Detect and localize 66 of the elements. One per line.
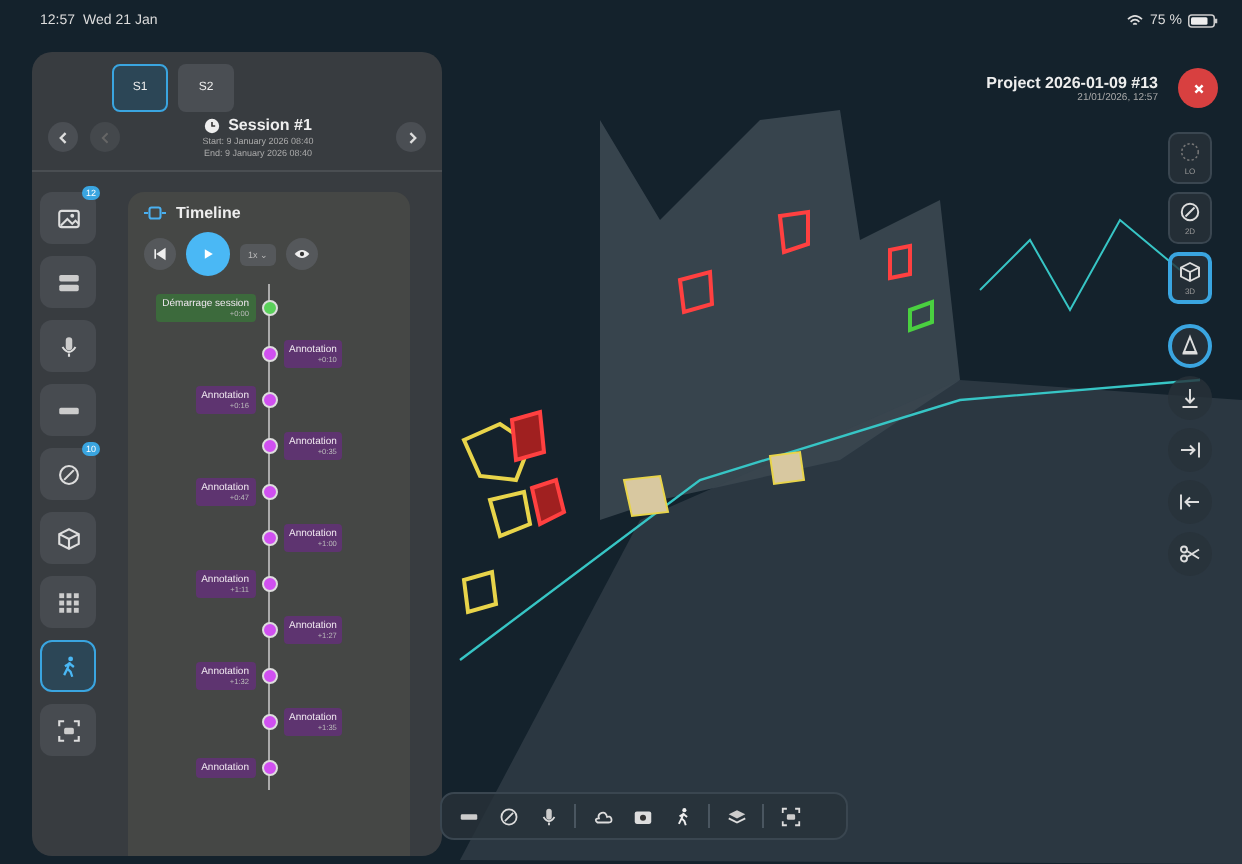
annotation-marker bbox=[487, 489, 533, 539]
next-button[interactable] bbox=[396, 122, 426, 152]
timeline-dot bbox=[261, 621, 277, 637]
sidebar-button[interactable] bbox=[40, 512, 96, 564]
play-icon bbox=[200, 246, 216, 262]
scan-frame-icon bbox=[779, 805, 801, 827]
annotation-marker bbox=[777, 209, 810, 255]
toolbar-button[interactable] bbox=[776, 802, 804, 830]
tool-button[interactable] bbox=[1168, 324, 1212, 368]
timeline-dot bbox=[261, 667, 277, 683]
chevron-left-icon bbox=[55, 129, 71, 145]
skip-back-icon bbox=[152, 246, 168, 262]
dotted-circle-icon bbox=[1178, 140, 1202, 164]
photo-marker bbox=[768, 450, 806, 486]
timeline-icon bbox=[144, 206, 166, 220]
clock-icon bbox=[204, 117, 221, 133]
annotation-marker bbox=[677, 269, 715, 315]
timeline-dot bbox=[261, 437, 277, 453]
microphone-icon bbox=[537, 805, 559, 827]
layers-icon bbox=[725, 805, 747, 827]
eye-button[interactable] bbox=[286, 238, 319, 270]
project-title: Project 2026-01-09 #13 bbox=[986, 73, 1158, 91]
session-title: Session #1 bbox=[228, 116, 312, 134]
cube-icon bbox=[55, 525, 81, 551]
play-button[interactable] bbox=[186, 232, 230, 276]
sidebar-button[interactable] bbox=[40, 640, 96, 692]
wifi-icon bbox=[1126, 13, 1145, 27]
sidebar-button[interactable] bbox=[40, 384, 96, 436]
chevron-left-icon bbox=[97, 129, 113, 145]
close-button[interactable] bbox=[1178, 68, 1218, 108]
close-icon bbox=[1189, 79, 1207, 97]
scissors-icon bbox=[1178, 542, 1202, 566]
image-icon bbox=[55, 205, 81, 231]
right-arrow-icon bbox=[1178, 438, 1202, 462]
annotation-marker bbox=[908, 299, 934, 333]
cone-icon bbox=[1178, 334, 1202, 358]
timeline-dot bbox=[261, 529, 277, 545]
cube-icon bbox=[1178, 260, 1202, 284]
sidebar-button[interactable] bbox=[40, 576, 96, 628]
timeline-dot bbox=[261, 483, 277, 499]
tool-button[interactable] bbox=[1168, 532, 1212, 576]
battery-icon bbox=[1188, 13, 1218, 27]
timeline-dot bbox=[261, 345, 277, 361]
timeline-dot bbox=[261, 713, 277, 729]
tool-button[interactable] bbox=[1168, 428, 1212, 472]
tool-button[interactable] bbox=[1168, 376, 1212, 420]
timeline-dot bbox=[261, 391, 277, 407]
sidebar-button[interactable] bbox=[40, 256, 96, 308]
grid-icon bbox=[55, 589, 81, 615]
timeline-dot bbox=[261, 575, 277, 591]
eye-icon bbox=[294, 246, 311, 262]
annotation-marker bbox=[888, 243, 912, 281]
timeline-dot bbox=[261, 299, 277, 315]
back-button[interactable] bbox=[48, 122, 78, 152]
left-arrow-icon bbox=[1178, 490, 1202, 514]
timeline-title: Timeline bbox=[176, 204, 241, 222]
scan-frame-icon bbox=[55, 717, 81, 743]
annotation-marker bbox=[461, 569, 499, 615]
stacked-bars-icon bbox=[55, 269, 81, 295]
tool-button[interactable] bbox=[1168, 480, 1212, 524]
timeline-dot bbox=[261, 759, 277, 775]
photo-marker bbox=[622, 474, 670, 518]
skip-back-button[interactable] bbox=[144, 238, 176, 270]
sidebar-button[interactable] bbox=[40, 320, 96, 372]
down-arrow-icon bbox=[1178, 386, 1202, 410]
sidebar-button[interactable] bbox=[40, 704, 96, 756]
